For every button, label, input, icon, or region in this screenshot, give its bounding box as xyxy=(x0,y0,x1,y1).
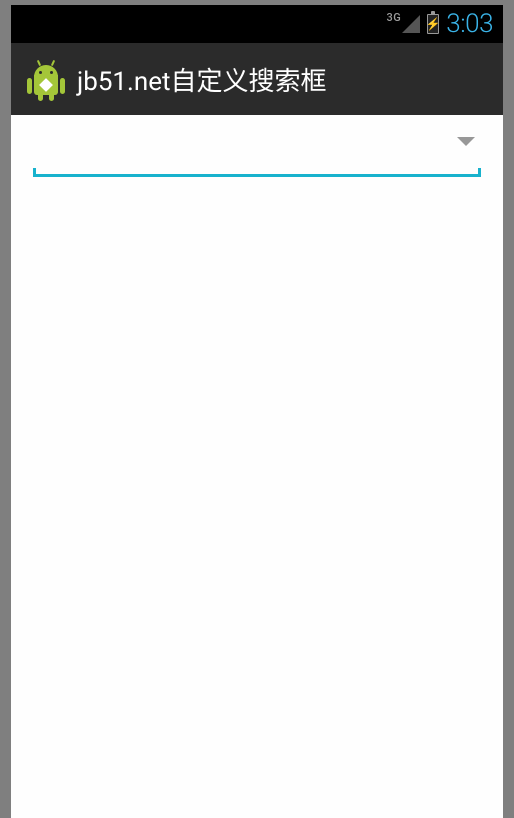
android-robot-icon xyxy=(27,59,65,99)
app-title: jb51.net自定义搜索框 xyxy=(77,61,327,98)
search-row xyxy=(11,115,503,177)
clock: 3:03 xyxy=(446,9,493,39)
action-bar: jb51.net自定义搜索框 xyxy=(11,43,503,115)
device-frame: 3G ⚡ 3:03 jb51.net自定义搜索框 xyxy=(11,5,503,818)
charging-bolt-icon: ⚡ xyxy=(426,18,441,30)
status-bar: 3G ⚡ 3:03 xyxy=(11,5,503,43)
content-area xyxy=(11,115,503,818)
app-icon xyxy=(27,59,65,99)
underline-tick-left xyxy=(33,168,36,177)
search-input[interactable] xyxy=(33,133,481,177)
underline-tick-right xyxy=(478,168,481,177)
signal-icon xyxy=(402,15,420,33)
dropdown-arrow-icon[interactable] xyxy=(457,137,475,146)
battery-icon: ⚡ xyxy=(427,14,439,34)
network-label: 3G xyxy=(387,11,402,24)
